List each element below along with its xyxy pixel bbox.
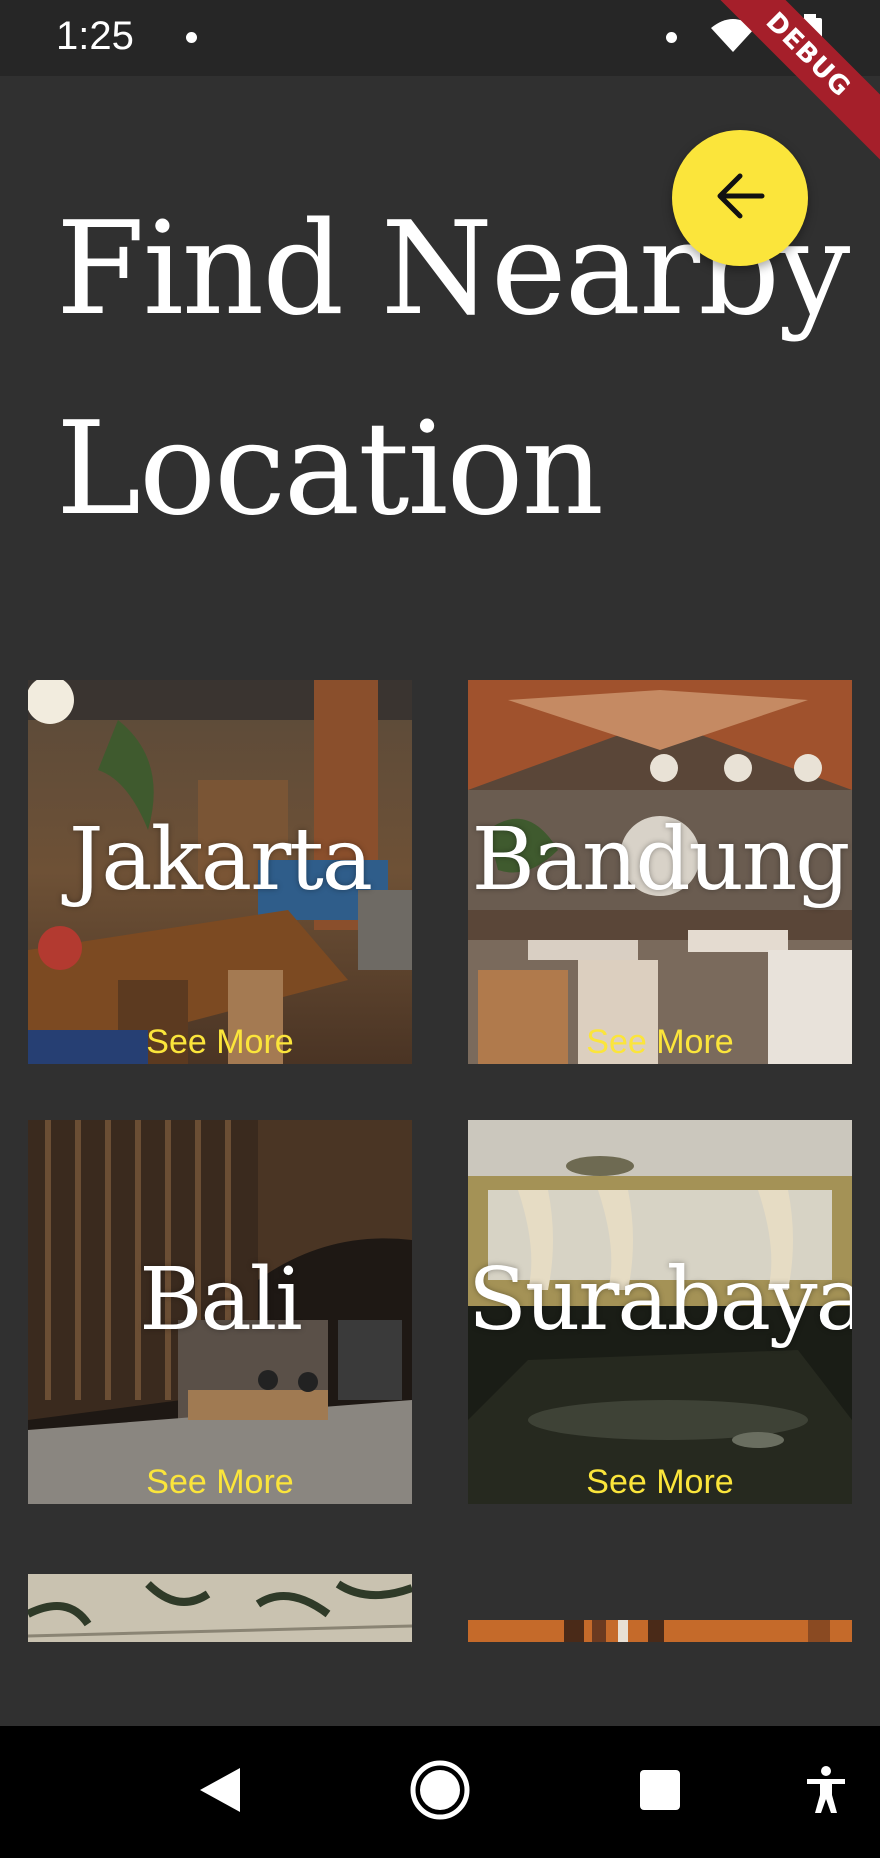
restaurant-photo	[28, 1574, 412, 1642]
page-title-line-2: Location	[56, 395, 604, 544]
arrow-left-icon	[714, 170, 766, 227]
nav-home-button[interactable]	[400, 1726, 480, 1858]
back-button[interactable]	[672, 130, 808, 266]
city-card-bali[interactable]: Bali See More	[28, 1120, 412, 1504]
system-nav-bar	[0, 1726, 880, 1858]
restaurant-photo	[468, 1620, 852, 1642]
city-name: Jakarta	[68, 810, 373, 910]
triangle-back-icon	[198, 1766, 242, 1819]
city-card-bandung[interactable]: Bandung See More	[468, 680, 852, 1064]
city-name: Bali	[139, 1250, 302, 1350]
see-more-link[interactable]: See More	[468, 1460, 852, 1504]
status-time: 1:25	[56, 14, 134, 58]
square-recents-icon	[638, 1768, 682, 1817]
circle-home-icon	[409, 1759, 471, 1826]
city-card-jakarta[interactable]: Jakarta See More	[28, 680, 412, 1064]
city-name: Bandung	[471, 810, 851, 910]
see-more-link[interactable]: See More	[28, 1020, 412, 1064]
see-more-link[interactable]: See More	[28, 1460, 412, 1504]
accessibility-icon	[803, 1765, 849, 1820]
city-name: Surabaya	[468, 1250, 852, 1350]
notification-dot-icon	[666, 32, 677, 43]
notification-dot-icon	[186, 32, 197, 43]
nav-recents-button[interactable]	[620, 1726, 700, 1858]
see-more-link[interactable]: See More	[468, 1020, 852, 1064]
nav-accessibility-button[interactable]	[790, 1726, 862, 1858]
city-card-surabaya[interactable]: Surabaya See More	[468, 1120, 852, 1504]
city-card-partial[interactable]	[468, 1620, 852, 1642]
app-screen: 1:25 DEBUG Find Nearby Location Jakarta …	[0, 0, 880, 1858]
nav-back-button[interactable]	[180, 1726, 260, 1858]
city-card-partial[interactable]	[28, 1574, 412, 1642]
